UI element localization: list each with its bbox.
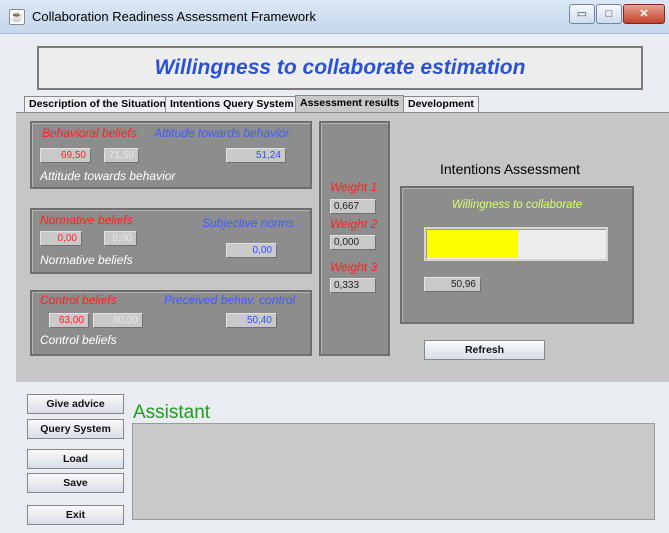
intentions-assessment-title: Intentions Assessment <box>440 161 581 177</box>
attitude-towards-behavior-title: Attitude towards behavior <box>154 126 290 140</box>
behavioral-footer-label: Attitude towards behavior <box>40 169 176 183</box>
attitude-result-field: 51,24 <box>226 148 286 163</box>
subjective-norms-result-field: 0,00 <box>226 243 277 258</box>
normative-value-2: 0,00 <box>104 231 137 246</box>
exit-button[interactable]: Exit <box>27 505 124 525</box>
willingness-label: Willingness to collaborate <box>451 199 583 211</box>
page-title: Willingness to collaborate estimation <box>154 56 526 79</box>
willingness-value-field: 50,96 <box>424 277 481 292</box>
behavioral-value-2: 71,50 <box>104 148 139 163</box>
weight-2-field: 0,000 <box>330 235 376 250</box>
behavioral-value-1: 69,50 <box>40 148 91 163</box>
minimize-button[interactable]: ▭ <box>569 4 595 24</box>
refresh-button[interactable]: Refresh <box>424 340 545 360</box>
load-button[interactable]: Load <box>27 449 124 469</box>
give-advice-button[interactable]: Give advice <box>27 394 124 414</box>
weight-2-label: Weight 2 <box>330 217 378 231</box>
assistant-label: Assistant <box>133 402 211 423</box>
tab-description[interactable]: Description of the Situation <box>24 96 172 112</box>
tab-intentions-query[interactable]: Intentions Query System <box>165 96 299 112</box>
save-button[interactable]: Save <box>27 473 124 493</box>
normative-value-1: 0,00 <box>40 231 82 246</box>
query-system-button[interactable]: Query System <box>27 419 124 439</box>
control-value-1: 63,00 <box>49 313 89 328</box>
tab-assessment-results[interactable]: Assessment results <box>295 95 405 113</box>
weight-3-label: Weight 3 <box>330 260 378 274</box>
tab-development[interactable]: Development <box>403 96 479 112</box>
control-beliefs-title: Control beliefs <box>40 293 117 307</box>
behavioral-beliefs-title: Behavioral beliefs <box>42 126 137 140</box>
weight-1-label: Weight 1 <box>330 180 378 194</box>
window-title: Collaboration Readiness Assessment Frame… <box>32 9 316 24</box>
control-value-2: 80,00 <box>93 313 143 328</box>
weight-3-field: 0,333 <box>330 278 376 293</box>
control-footer-label: Control beliefs <box>40 333 117 347</box>
normative-beliefs-title: Normative beliefs <box>40 213 133 227</box>
control-result-field: 50,40 <box>226 313 277 328</box>
assistant-text-area[interactable] <box>132 423 655 520</box>
java-cup-icon: ☕ <box>9 9 25 25</box>
willingness-progress-fill <box>427 230 518 258</box>
normative-footer-label: Normative beliefs <box>40 253 133 267</box>
close-button[interactable]: ✕ <box>623 4 665 24</box>
subjective-norms-title: Subjective norms <box>202 216 295 230</box>
weight-1-field: 0,667 <box>330 199 376 214</box>
perceived-behavioral-control-title: Preceived behav. control <box>164 293 296 307</box>
maximize-button[interactable]: □ <box>596 4 622 24</box>
